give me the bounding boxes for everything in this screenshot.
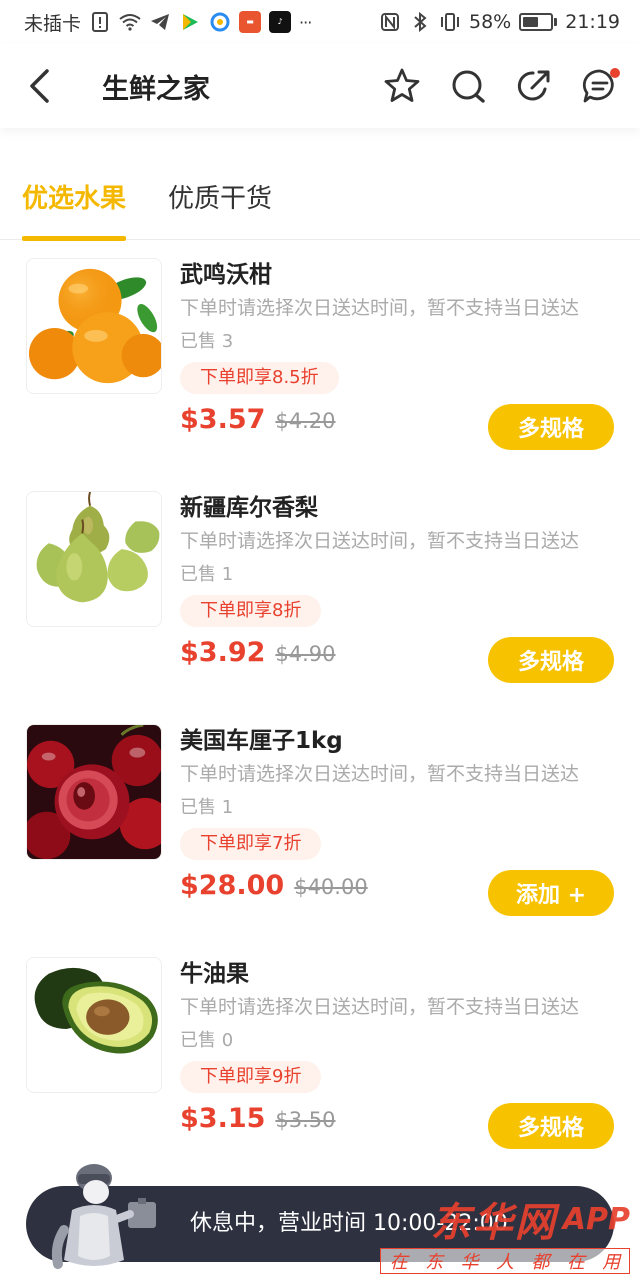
options-button[interactable]: 多规格 — [488, 404, 614, 450]
more-icon: ··· — [299, 12, 312, 32]
courier-illustration — [44, 1160, 174, 1278]
product-info: 牛油果 下单时请选择次日送达时间，暂不支持当日送达 已售 0 下单即享9折 — [180, 957, 620, 1093]
avocado-image — [27, 958, 161, 1092]
product-info: 武鸣沃柑 下单时请选择次日送达时间，暂不支持当日送达 已售 3 下单即享8.5折 — [180, 258, 620, 394]
product-description: 下单时请选择次日送达时间，暂不支持当日送达 — [180, 763, 580, 785]
browser-app-icon — [209, 11, 231, 33]
price-row: $3.92 $4.90 — [180, 637, 336, 668]
slogan-char: 用 — [602, 1252, 621, 1273]
discount-badge: 下单即享8.5折 — [180, 362, 339, 394]
sold-count: 已售 1 — [180, 564, 234, 585]
original-price: $4.90 — [275, 642, 336, 666]
price-row: $3.57 $4.20 — [180, 404, 336, 435]
status-bar: 未插卡 ▬ ♪ ··· 58% 21:19 — [0, 0, 640, 44]
back-arrow-icon — [30, 69, 49, 103]
sold-count: 已售 3 — [180, 331, 234, 352]
battery-percent: 58% — [469, 11, 512, 33]
options-button[interactable]: 多规格 — [488, 637, 614, 683]
add-to-cart-button[interactable]: 添加 + — [488, 870, 614, 916]
product-image — [26, 724, 162, 860]
share-icon — [517, 70, 550, 101]
slogan-char: 都 — [531, 1252, 550, 1273]
product-name: 武鸣沃柑 — [180, 262, 272, 288]
sold-count: 已售 1 — [180, 797, 234, 818]
options-button[interactable]: 多规格 — [488, 1103, 614, 1149]
discount-badge: 下单即享7折 — [180, 828, 322, 860]
watermark-app: APP — [562, 1201, 630, 1237]
product-description: 下单时请选择次日送达时间，暂不支持当日送达 — [180, 297, 580, 319]
slogan-char: 在 — [389, 1252, 408, 1273]
favorite-button[interactable] — [382, 66, 422, 106]
tab-label: 优质干货 — [168, 183, 273, 214]
list-item[interactable]: 牛油果 下单时请选择次日送达时间，暂不支持当日送达 已售 0 下单即享9折 $3… — [0, 951, 640, 1184]
price-row: $28.00 $40.00 — [180, 870, 368, 901]
original-price: $40.00 — [294, 875, 368, 899]
tab-dry-goods[interactable]: 优质干货 — [168, 152, 272, 240]
product-name: 牛油果 — [180, 961, 249, 987]
product-name: 新疆库尔香梨 — [180, 495, 318, 521]
list-item[interactable]: 美国车厘子1kg 下单时请选择次日送达时间，暂不支持当日送达 已售 1 下单即享… — [0, 718, 640, 951]
carrier-text: 未插卡 — [24, 12, 82, 35]
product-description: 下单时请选择次日送达时间，暂不支持当日送达 — [180, 530, 580, 552]
battery-icon — [519, 13, 558, 31]
category-tabs: 优选水果 优质干货 — [0, 152, 640, 241]
wifi-icon — [119, 11, 141, 33]
tiktok-icon: ♪ — [269, 11, 292, 33]
video-app-icon — [179, 11, 201, 33]
product-image — [26, 258, 162, 394]
original-price: $3.50 — [275, 1108, 336, 1132]
cherry-image — [27, 725, 161, 859]
product-image — [26, 957, 162, 1093]
product-name: 美国车厘子1kg — [180, 728, 343, 754]
sold-count: 已售 0 — [180, 1030, 234, 1051]
slogan-char: 在 — [566, 1252, 585, 1273]
vibrate-icon — [439, 11, 461, 33]
product-info: 美国车厘子1kg 下单时请选择次日送达时间，暂不支持当日送达 已售 1 下单即享… — [180, 724, 620, 860]
header-actions — [382, 66, 620, 106]
pear-image — [27, 492, 161, 626]
product-list: 武鸣沃柑 下单时请选择次日送达时间，暂不支持当日送达 已售 3 下单即享8.5折… — [0, 252, 640, 1184]
product-info: 新疆库尔香梨 下单时请选择次日送达时间，暂不支持当日送达 已售 1 下单即享8折 — [180, 491, 620, 627]
watermark-brand: 东华网 — [430, 1200, 557, 1246]
star-icon — [384, 68, 420, 102]
original-price: $4.20 — [275, 409, 336, 433]
slogan-char: 东 — [425, 1252, 444, 1273]
slogan-char: 人 — [495, 1252, 514, 1273]
price: $3.57 — [180, 404, 266, 435]
tab-underline — [22, 236, 127, 241]
back-button[interactable] — [20, 66, 60, 106]
price: $28.00 — [180, 870, 285, 901]
list-item[interactable]: 武鸣沃柑 下单时请选择次日送达时间，暂不支持当日送达 已售 3 下单即享8.5折… — [0, 252, 640, 485]
status-left: 未插卡 ▬ ♪ ··· — [24, 9, 312, 36]
share-button[interactable] — [514, 66, 554, 106]
nfc-icon — [379, 11, 401, 33]
price-row: $3.15 $3.50 — [180, 1103, 336, 1134]
status-right: 58% 21:19 — [379, 11, 620, 33]
product-image — [26, 491, 162, 627]
telegram-icon — [149, 11, 171, 33]
discount-badge: 下单即享9折 — [180, 1061, 322, 1093]
page-title: 生鲜之家 — [102, 73, 210, 105]
search-button[interactable] — [448, 66, 488, 106]
header: 生鲜之家 — [0, 44, 640, 128]
list-item[interactable]: 新疆库尔香梨 下单时请选择次日送达时间，暂不支持当日送达 已售 1 下单即享8折… — [0, 485, 640, 718]
tab-premium-fruit[interactable]: 优选水果 — [22, 152, 127, 241]
sim-alert-icon — [89, 11, 111, 33]
orange-image — [27, 259, 161, 393]
message-button[interactable] — [580, 66, 620, 106]
product-description: 下单时请选择次日送达时间，暂不支持当日送达 — [180, 996, 580, 1018]
discount-badge: 下单即享8折 — [180, 595, 322, 627]
price: $3.92 — [180, 637, 266, 668]
clock: 21:19 — [565, 11, 620, 33]
price: $3.15 — [180, 1103, 266, 1134]
watermark-logo: 东华网 APP 在 东 华 人 都 在 用 — [380, 1196, 630, 1276]
tab-label: 优选水果 — [22, 183, 127, 214]
watermark-slogan: 在 东 华 人 都 在 用 — [380, 1248, 630, 1274]
news-app-icon: ▬ — [239, 11, 262, 33]
search-icon — [452, 70, 485, 103]
bluetooth-icon — [409, 11, 431, 33]
notification-dot — [610, 68, 620, 78]
slogan-char: 华 — [460, 1252, 479, 1273]
